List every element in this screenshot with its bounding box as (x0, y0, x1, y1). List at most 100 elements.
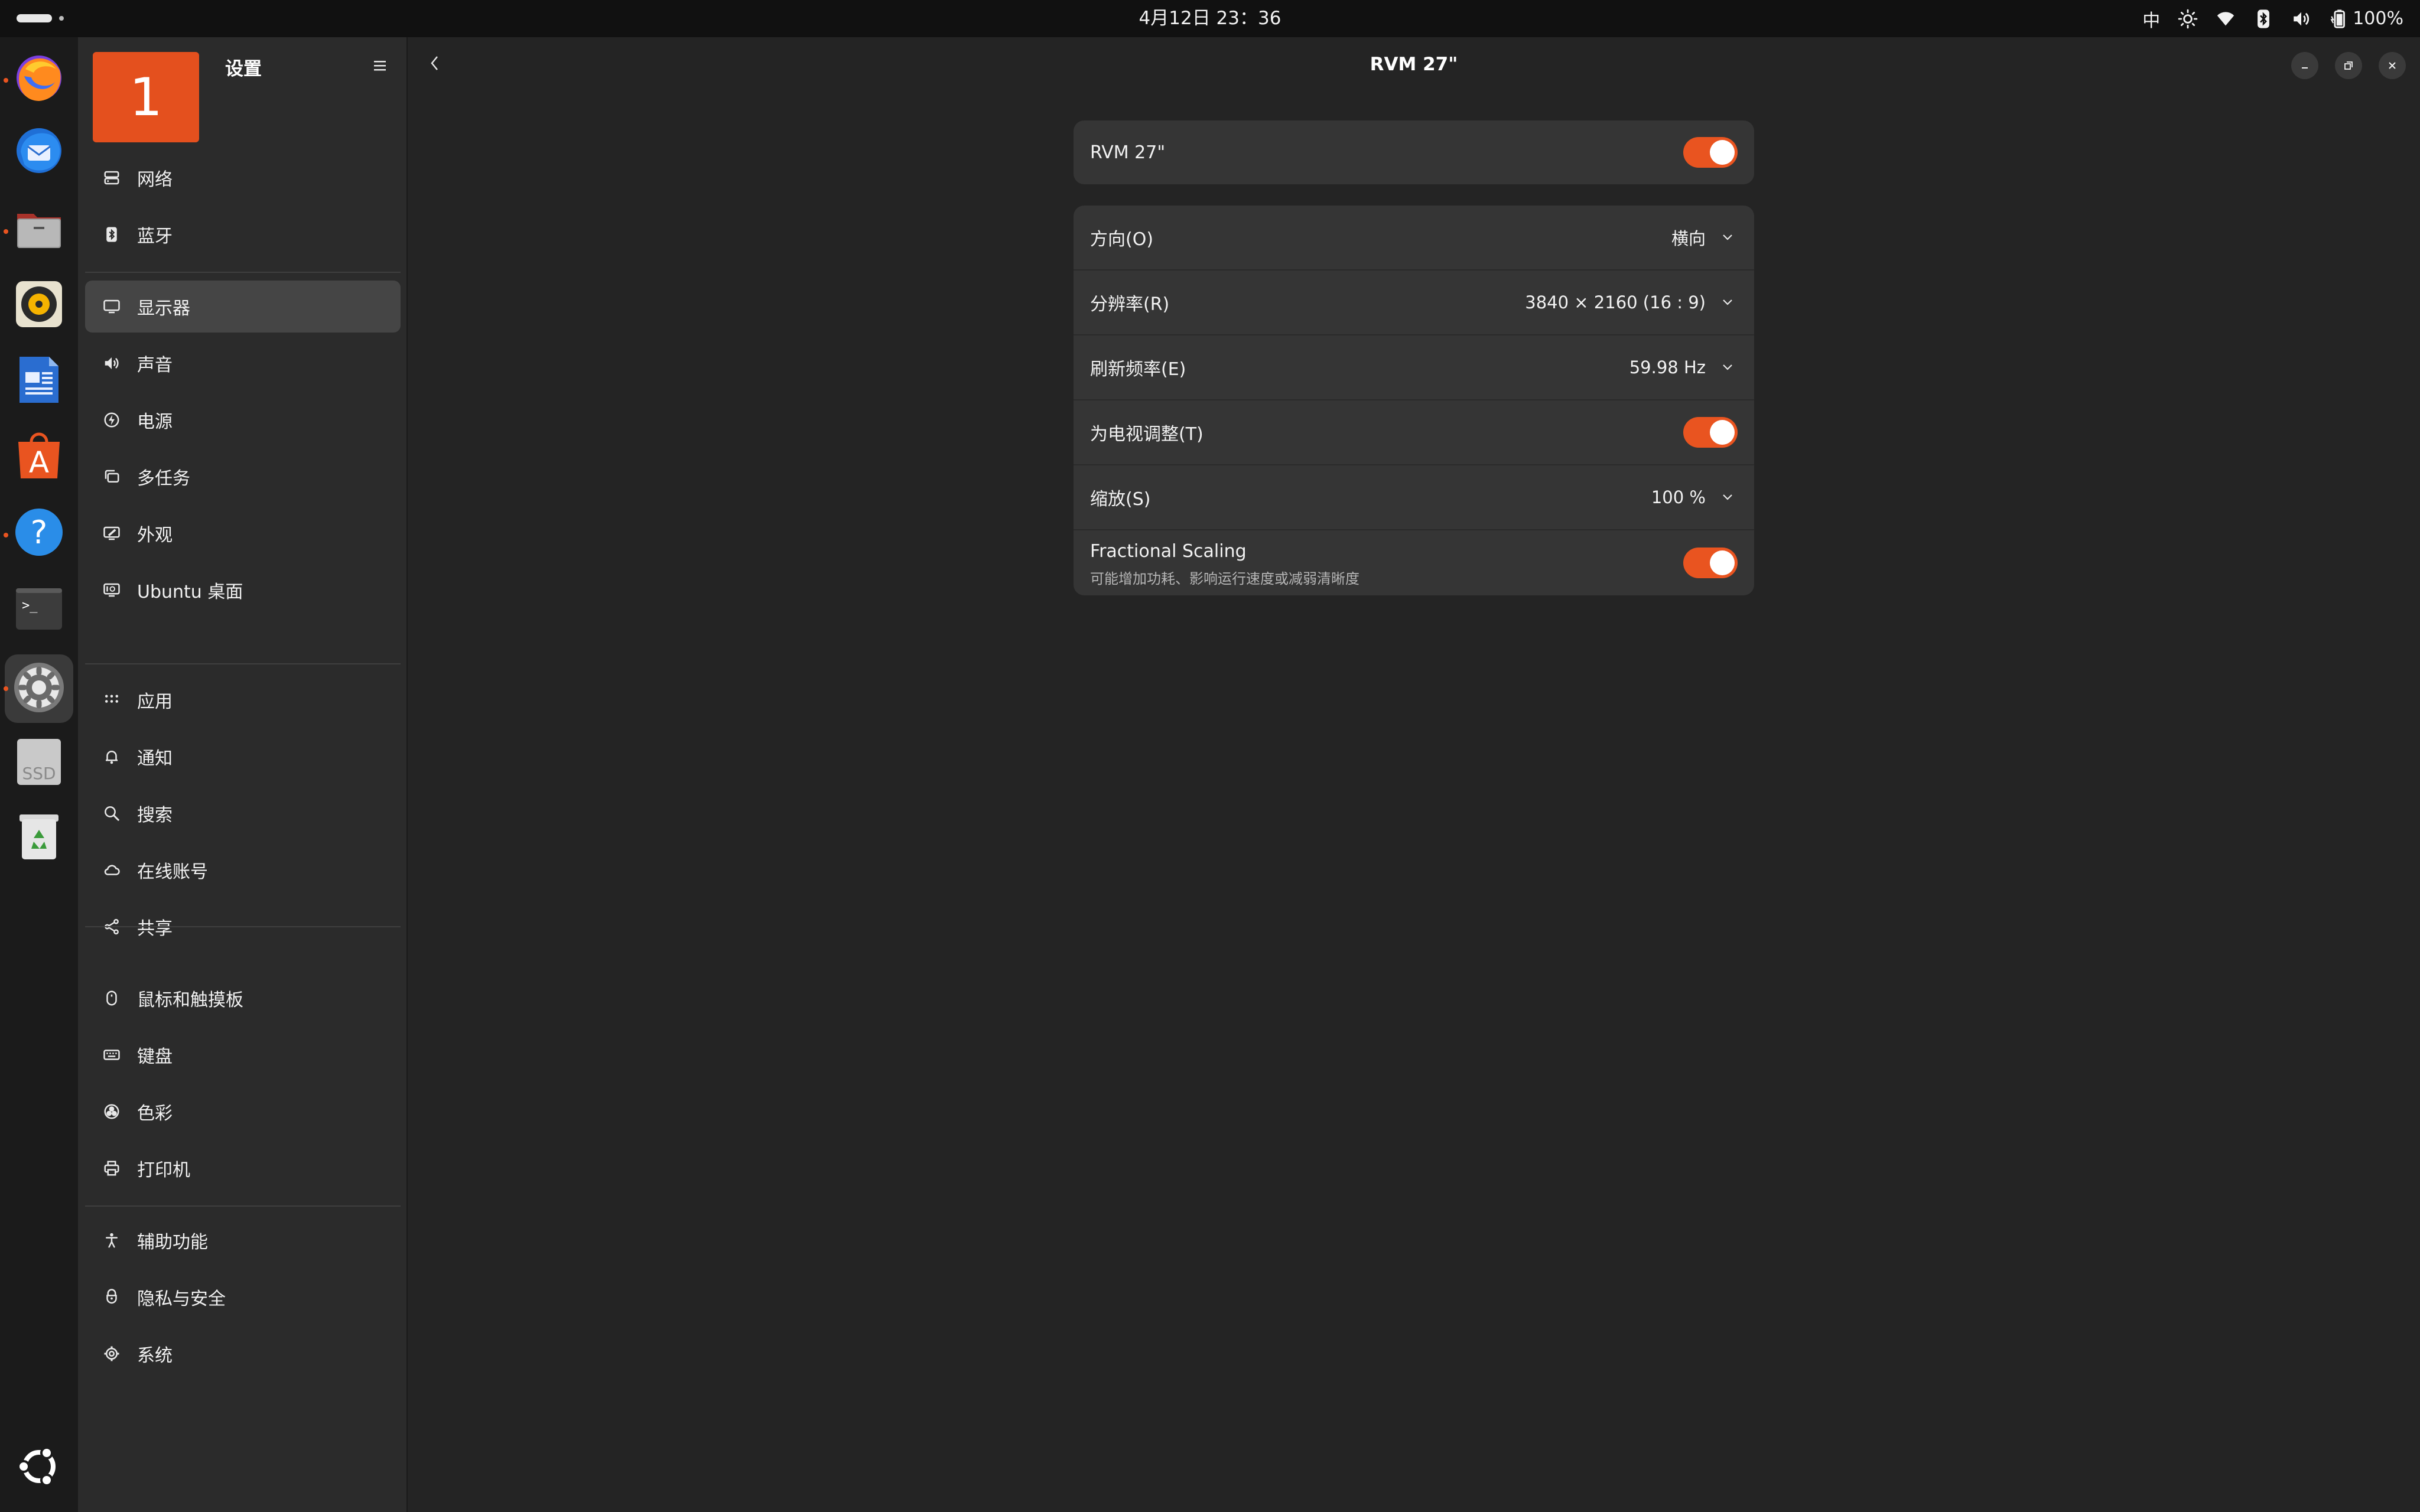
terminal-prompt: >_ (22, 598, 38, 613)
dock-item-rhythmbox[interactable] (13, 279, 65, 331)
sidebar-item-label: 电源 (137, 412, 173, 432)
sidebar-item-label: 键盘 (137, 1047, 173, 1067)
accessibility-icon (102, 1230, 122, 1250)
sidebar-item-accessibility[interactable]: 辅助功能 (85, 1214, 401, 1266)
orientation-row[interactable]: 方向(O) 横向 (1074, 206, 1754, 271)
dock-item-files[interactable] (13, 204, 65, 256)
fractional-scaling-subtitle: 可能增加功耗、影响运行速度或减弱清晰度 (1090, 571, 1359, 587)
svg-text:?: ? (31, 514, 48, 551)
input-method-indicator[interactable]: 中 (2142, 6, 2160, 32)
back-button[interactable] (419, 49, 450, 80)
fractional-scaling-row: Fractional Scaling 可能增加功耗、影响运行速度或减弱清晰度 (1074, 530, 1754, 595)
sidebar-item-ubuntu-desktop[interactable]: Ubuntu 桌面 (85, 564, 401, 616)
dock-item-firefox[interactable] (13, 53, 65, 105)
sidebar-separator (85, 1205, 401, 1207)
brightness-icon[interactable] (2178, 9, 2198, 29)
ssd-drive-icon: SSD (14, 737, 64, 790)
sidebar-item-printers[interactable]: 打印机 (85, 1142, 401, 1194)
running-indicator (4, 533, 8, 537)
dock-item-settings[interactable] (13, 663, 65, 715)
power-icon (102, 410, 122, 430)
sidebar-item-label: 隐私与安全 (137, 1289, 226, 1309)
battery-icon (2329, 9, 2349, 29)
chevron-down-icon (1719, 359, 1736, 376)
sidebar-item-online-accounts[interactable]: 在线账号 (85, 844, 401, 896)
sidebar-item-power[interactable]: 电源 (85, 394, 401, 446)
sidebar-item-label: 蓝牙 (137, 226, 173, 247)
sidebar-item-mouse-touchpad[interactable]: 鼠标和触摸板 (85, 972, 401, 1024)
sidebar-item-privacy[interactable]: 隐私与安全 (85, 1271, 401, 1323)
sidebar-item-label: 在线账号 (137, 862, 208, 882)
online-accounts-icon (102, 860, 122, 880)
clock[interactable]: 4月12日 23：36 (1139, 8, 1281, 29)
activities-indicator[interactable] (17, 14, 64, 22)
rhythmbox-icon (14, 279, 64, 332)
sidebar-item-keyboard[interactable]: 键盘 (85, 1029, 401, 1081)
sidebar-item-system[interactable]: 系统 (85, 1328, 401, 1380)
sidebar-item-display[interactable]: 显示器 (85, 281, 401, 333)
color-icon (102, 1102, 122, 1122)
app-center-icon: A (14, 430, 64, 483)
bluetooth-icon[interactable] (2253, 9, 2273, 29)
dock-item-trash[interactable] (13, 812, 65, 863)
sidebar-item-appearance[interactable]: 外观 (85, 507, 401, 559)
keyboard-icon (102, 1045, 122, 1065)
sidebar-item-search[interactable]: 搜索 (85, 787, 401, 839)
battery-indicator[interactable]: 100% (2329, 8, 2403, 29)
sidebar-item-bluetooth[interactable]: 蓝牙 (85, 208, 401, 260)
restore-button[interactable] (2335, 52, 2362, 79)
workspace-pill[interactable] (17, 14, 52, 22)
sidebar-item-color[interactable]: 色彩 (85, 1086, 401, 1138)
running-indicator (4, 229, 8, 234)
workspace-dot[interactable] (59, 16, 64, 21)
scale-value: 100 % (1651, 487, 1706, 507)
dock-item-help[interactable]: ? (13, 507, 65, 559)
volume-icon[interactable] (2291, 9, 2311, 29)
scale-label: 缩放(S) (1090, 489, 1151, 510)
sidebar-item-multitasking[interactable]: 多任务 (85, 451, 401, 503)
bluetooth-icon (102, 224, 122, 245)
svg-text:A: A (29, 445, 49, 480)
sidebar-item-apps[interactable]: 应用 (85, 674, 401, 726)
sidebar-item-sound[interactable]: 声音 (85, 337, 401, 389)
refresh-rate-value: 59.98 Hz (1629, 357, 1706, 377)
sidebar-item-network[interactable]: 网络 (85, 152, 401, 204)
monitor-enable-toggle[interactable] (1683, 137, 1738, 168)
sidebar-separator (85, 926, 401, 927)
dock-item-app-center[interactable]: A (13, 431, 65, 483)
dock-item-writer[interactable] (13, 355, 65, 407)
wifi-icon[interactable] (2216, 9, 2236, 29)
refresh-rate-row[interactable]: 刷新频率(E) 59.98 Hz (1074, 335, 1754, 400)
resolution-row[interactable]: 分辨率(R) 3840 × 2160 (16 : 9) (1074, 271, 1754, 335)
close-button[interactable] (2379, 52, 2406, 79)
resolution-label: 分辨率(R) (1090, 294, 1170, 315)
writer-icon (14, 354, 64, 408)
hamburger-menu-icon (373, 59, 387, 74)
sidebar-separator (85, 272, 401, 273)
tv-adjust-toggle[interactable] (1683, 417, 1738, 448)
toggle-knob (1710, 140, 1735, 165)
sidebar-menu-button[interactable] (367, 54, 393, 80)
sidebar-item-label: 多任务 (137, 468, 190, 489)
network-icon (102, 168, 122, 188)
orientation-value: 横向 (1671, 229, 1706, 249)
close-icon (2386, 60, 2398, 71)
sound-icon (102, 353, 122, 373)
firefox-icon (14, 53, 64, 106)
scale-row[interactable]: 缩放(S) 100 % (1074, 465, 1754, 530)
minimize-button[interactable] (2291, 52, 2318, 79)
mouse-icon (102, 988, 122, 1008)
dock-item-ssd[interactable]: SSD (13, 737, 65, 789)
sidebar-item-notifications[interactable]: 通知 (85, 731, 401, 783)
system-tray[interactable]: 中 100% (2142, 0, 2403, 37)
restore-icon (2343, 60, 2354, 71)
dock-item-show-apps[interactable] (13, 1442, 65, 1494)
dock-item-thunderbird[interactable] (13, 126, 65, 178)
sidebar-item-label: 系统 (137, 1345, 173, 1366)
fractional-scaling-toggle[interactable] (1683, 548, 1738, 578)
sidebar-item-label: 搜索 (137, 805, 173, 826)
display-settings-card: 方向(O) 横向 分辨率(R) 3840 × 2160 (16 : 9) 刷新频… (1074, 206, 1754, 595)
dock-item-terminal[interactable]: >_ (13, 584, 65, 636)
settings-gear-icon (12, 661, 66, 716)
minimize-icon (2299, 60, 2311, 71)
